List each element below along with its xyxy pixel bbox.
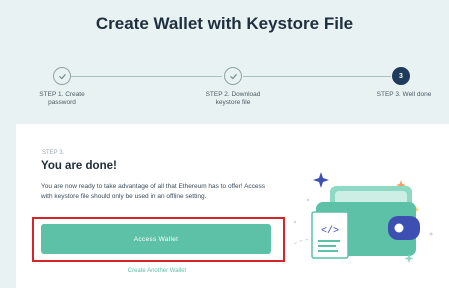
card-heading: You are done!: [41, 160, 117, 172]
progress-stepper: 3 STEP 1. Create password STEP 2. Downlo…: [0, 66, 449, 110]
step-3-label: STEP 3. Well done: [366, 91, 442, 99]
step-2-label: STEP 2. Download keystore file: [193, 91, 273, 107]
page-title: Create Wallet with Keystore File: [95, 14, 354, 33]
step-1-check-icon: [53, 67, 71, 85]
step-1-label-line2: password: [48, 99, 76, 106]
card-step-label: STEP 3.: [42, 150, 65, 156]
step-2-label-line1: STEP 2. Download: [205, 91, 261, 98]
step-connector: [243, 76, 391, 77]
step-connector: [71, 76, 222, 77]
step-1-label: STEP 1. Create password: [22, 91, 102, 107]
create-another-wallet-link[interactable]: Create Another Wallet: [116, 268, 198, 274]
step-1-label-line1: STEP 1. Create: [39, 91, 85, 98]
step-2-check-icon: [224, 67, 242, 85]
svg-text:</>: </>: [321, 225, 339, 237]
wallet-illustration: </>: [288, 162, 438, 274]
card-description: You are now ready to take advantage of a…: [41, 183, 266, 200]
step-3-indicator: 3: [392, 67, 410, 85]
step-2-label-line2: keystore file: [215, 99, 251, 106]
step-3-label-line1: STEP 3. Well done: [376, 91, 432, 98]
done-card: STEP 3. You are done! You are now ready …: [16, 124, 449, 288]
access-wallet-button[interactable]: Access Wallet: [41, 224, 271, 254]
